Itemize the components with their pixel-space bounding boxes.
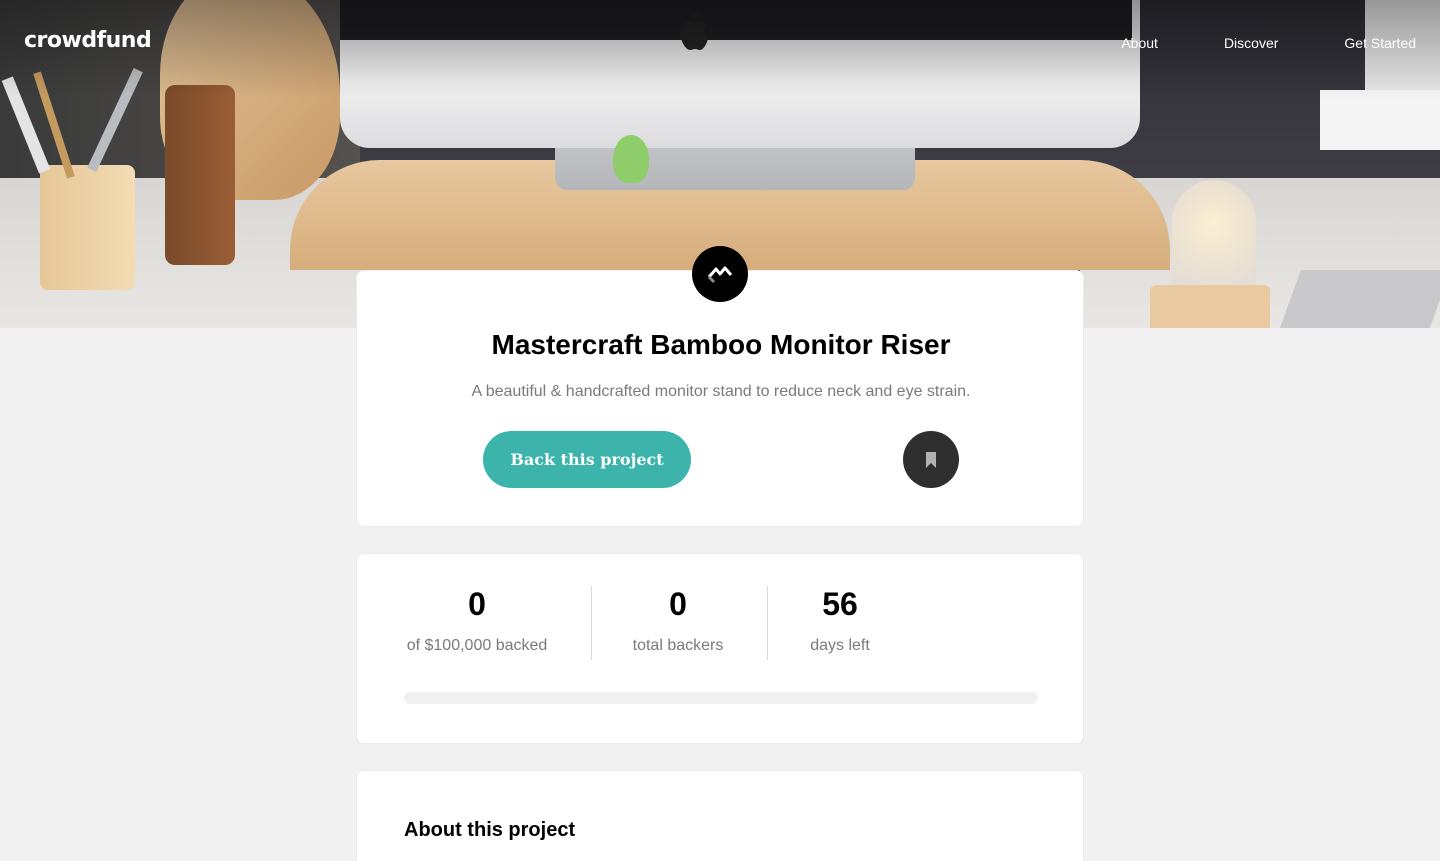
main-nav: About Discover Get Started bbox=[1121, 35, 1416, 51]
bookmark-button[interactable] bbox=[903, 431, 959, 488]
bookmark-icon bbox=[926, 451, 936, 468]
stats-card: 0 of $100,000 backed 0 total backers 56 … bbox=[356, 553, 1084, 744]
nav-link-get-started[interactable]: Get Started bbox=[1344, 35, 1416, 51]
back-project-button[interactable]: Back this project bbox=[483, 431, 691, 488]
stat-days-left: 56 days left bbox=[769, 586, 911, 655]
mastercraft-logo-icon bbox=[692, 246, 748, 302]
project-title: Mastercraft Bamboo Monitor Riser bbox=[491, 329, 951, 360]
project-intro-card: Mastercraft Bamboo Monitor Riser A beaut… bbox=[356, 270, 1084, 527]
nav-link-discover[interactable]: Discover bbox=[1224, 35, 1278, 51]
stat-amount-backed: 0 of $100,000 backed bbox=[387, 586, 567, 655]
stat-total-backers: 0 total backers bbox=[602, 586, 754, 655]
stat-backers-value: 0 bbox=[669, 586, 687, 622]
funding-progress-bar bbox=[404, 692, 1038, 704]
nav-link-about[interactable]: About bbox=[1121, 35, 1158, 51]
brand-logo[interactable]: crowdfund bbox=[24, 28, 152, 53]
stat-days-label: days left bbox=[810, 637, 870, 654]
stat-days-value: 56 bbox=[822, 586, 858, 622]
stat-backed-value: 0 bbox=[468, 586, 486, 622]
stat-divider bbox=[767, 586, 768, 660]
stat-backers-label: total backers bbox=[632, 637, 724, 654]
about-title: About this project bbox=[404, 819, 576, 841]
project-subtitle: A beautiful & handcrafted monitor stand … bbox=[471, 383, 971, 400]
stat-backed-label: of $100,000 backed bbox=[406, 637, 548, 654]
about-card: About this project bbox=[356, 770, 1084, 861]
stat-divider bbox=[591, 586, 592, 660]
